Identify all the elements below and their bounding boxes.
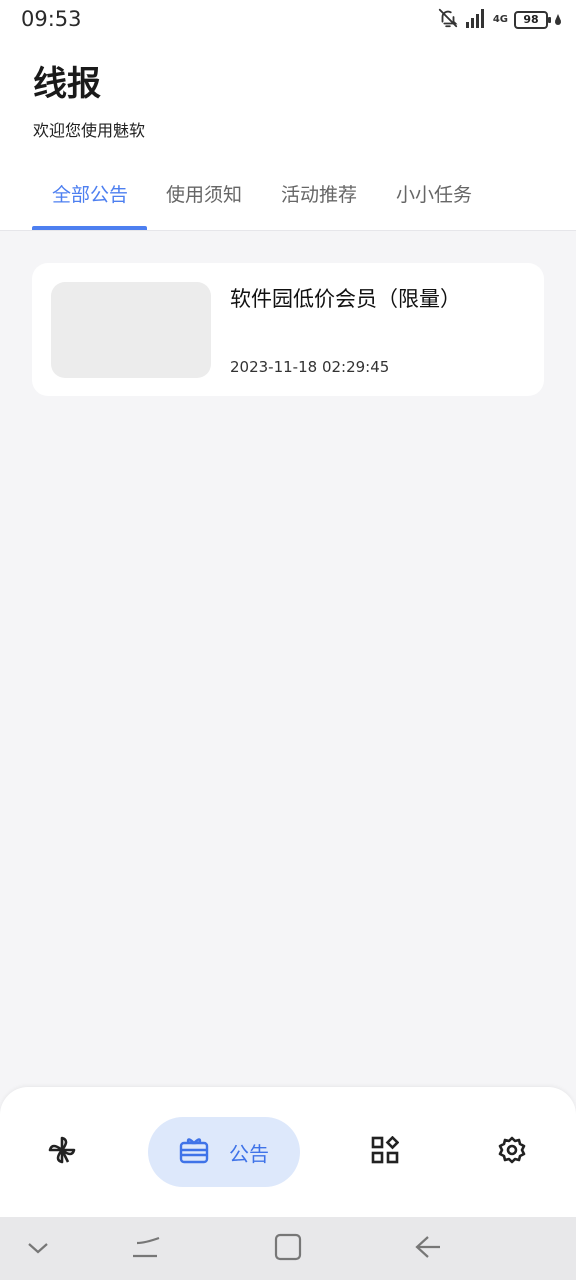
tab-all-notices[interactable]: 全部公告 <box>52 180 128 207</box>
notice-thumbnail <box>51 282 211 378</box>
gear-icon <box>498 1136 526 1168</box>
page-subtitle: 欢迎您使用魅软 <box>33 121 146 140</box>
active-tab-indicator <box>32 226 147 230</box>
gift-card-icon <box>179 1136 209 1168</box>
signal-icon <box>465 8 487 32</box>
header-area: 09:53 4G 98 线报 欢迎您使用魅软 全部公告 使用须知 活动推荐 小小… <box>0 0 576 231</box>
pinwheel-icon <box>46 1134 78 1170</box>
tab-activity-recommend[interactable]: 活动推荐 <box>281 180 357 207</box>
notice-date: 2023-11-18 02:29:45 <box>230 358 390 376</box>
recents-icon <box>131 1234 161 1264</box>
charging-icon <box>554 11 562 30</box>
back-button[interactable] <box>410 1231 446 1267</box>
chevron-down-icon <box>26 1240 50 1259</box>
notice-card[interactable]: 软件园低价会员（限量） 2023-11-18 02:29:45 <box>32 263 544 396</box>
system-nav-bar <box>0 1217 576 1280</box>
recents-button[interactable] <box>128 1231 164 1267</box>
battery-icon: 98 <box>514 11 551 29</box>
status-bar: 09:53 4G 98 <box>0 0 576 40</box>
nav-notice-button[interactable]: 公告 <box>148 1117 300 1187</box>
back-arrow-icon <box>414 1235 442 1263</box>
notice-title: 软件园低价会员（限量） <box>230 287 461 311</box>
nav-settings-button[interactable] <box>482 1117 542 1187</box>
home-square-icon <box>274 1233 302 1265</box>
page-title: 线报 <box>33 64 101 104</box>
network-4g-icon: 4G <box>492 14 508 25</box>
collapse-button[interactable] <box>20 1231 56 1267</box>
tab-bar: 全部公告 使用须知 活动推荐 小小任务 <box>0 170 576 230</box>
bottom-nav: 公告 <box>0 1087 576 1217</box>
status-time: 09:53 <box>21 7 82 31</box>
nav-pinwheel-button[interactable] <box>32 1117 92 1187</box>
tab-usage-notes[interactable]: 使用须知 <box>166 180 242 207</box>
status-icons: 4G 98 <box>437 8 562 32</box>
bell-off-icon <box>437 7 459 33</box>
nav-notice-label: 公告 <box>229 1141 269 1166</box>
tab-small-tasks[interactable]: 小小任务 <box>396 180 472 207</box>
home-button[interactable] <box>270 1231 306 1267</box>
apps-grid-icon <box>371 1135 400 1168</box>
nav-apps-button[interactable] <box>355 1117 415 1187</box>
